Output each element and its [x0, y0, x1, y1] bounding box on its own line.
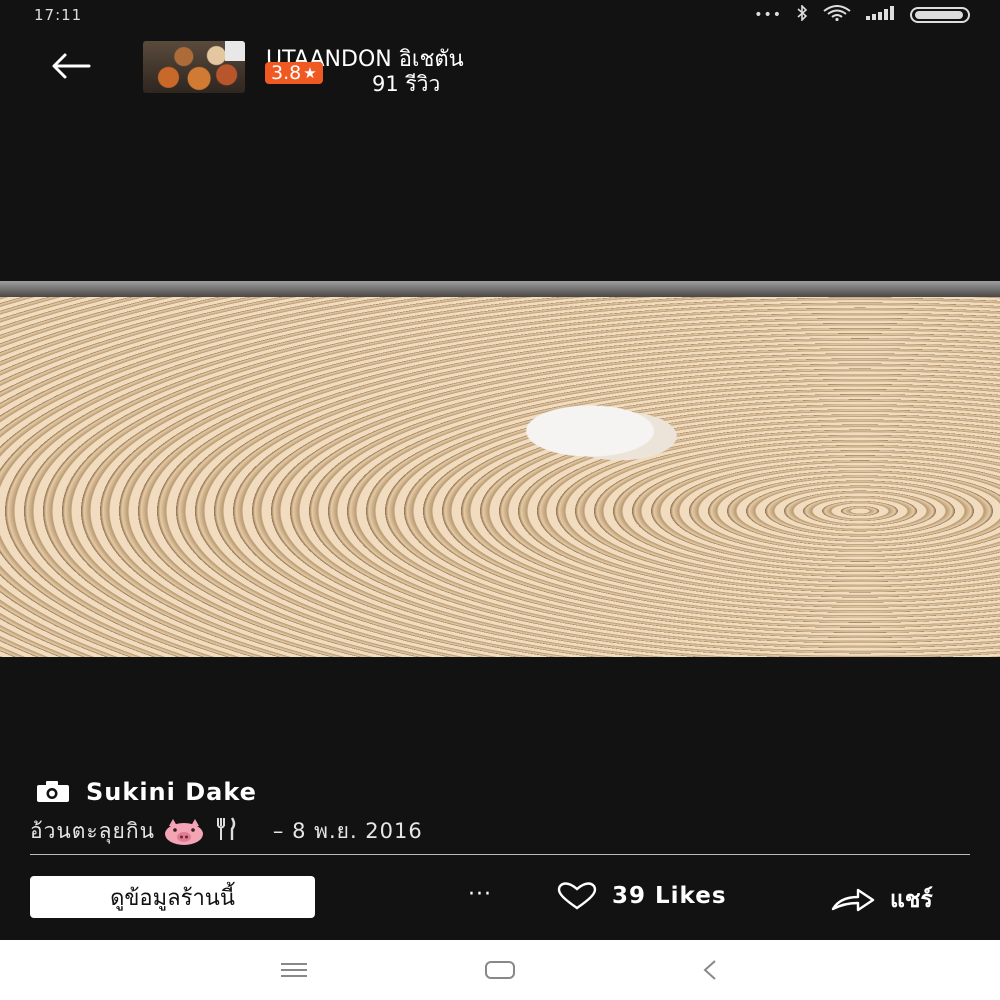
more-options-button[interactable]: ··· — [468, 882, 492, 907]
star-icon: ★ — [303, 64, 317, 82]
signal-icon — [866, 6, 896, 24]
camera-icon — [34, 780, 72, 804]
caption-text: อ้วนตะลุยกิน — [30, 819, 155, 843]
status-time: 17:11 — [34, 6, 83, 24]
battery-icon — [910, 7, 970, 23]
more-dots-icon: ••• — [754, 7, 782, 23]
heart-icon — [557, 882, 597, 910]
app-header: UTAANDON อิเชตัน 3.8 ★ 91 รีวิว — [0, 36, 1000, 100]
caption-subtitle: อ้วนตะลุยกิน – 8 พ.ย. 2016 — [30, 815, 423, 848]
post-date: – 8 พ.ย. 2016 — [272, 819, 423, 843]
caption-row: Sukini Dake — [34, 778, 257, 806]
food-photo[interactable] — [0, 281, 1000, 657]
rating-value: 3.8 — [271, 62, 302, 84]
status-icons: ••• — [754, 4, 970, 25]
action-bar: ดูข้อมูลร้านนี้ ··· 39 Likes แชร์ — [0, 870, 1000, 930]
photo-author[interactable]: Sukini Dake — [86, 778, 257, 806]
back-icon[interactable] — [690, 956, 730, 984]
divider — [30, 854, 970, 855]
store-info-button[interactable]: ดูข้อมูลร้านนี้ — [30, 876, 315, 918]
menu-icon[interactable] — [274, 956, 314, 984]
share-arrow-icon — [831, 888, 875, 912]
home-icon[interactable] — [480, 956, 520, 984]
arrow-left-icon — [52, 53, 91, 79]
restaurant-thumbnail[interactable] — [143, 41, 245, 93]
review-count[interactable]: 91 รีวิว — [372, 68, 440, 101]
like-button[interactable]: 39 Likes — [556, 882, 727, 910]
status-bar: 17:11 ••• — [0, 0, 1000, 30]
share-label: แชร์ — [890, 887, 933, 913]
bluetooth-icon — [796, 4, 808, 25]
system-nav-bar — [0, 940, 1000, 1000]
likes-count: 39 Likes — [612, 883, 727, 909]
fork-knife-icon — [213, 816, 239, 847]
back-button[interactable] — [46, 46, 96, 86]
share-button[interactable]: แชร์ — [830, 882, 933, 918]
wifi-icon — [822, 5, 852, 25]
pig-face-icon — [163, 818, 205, 846]
rating-badge: 3.8 ★ — [265, 62, 323, 84]
